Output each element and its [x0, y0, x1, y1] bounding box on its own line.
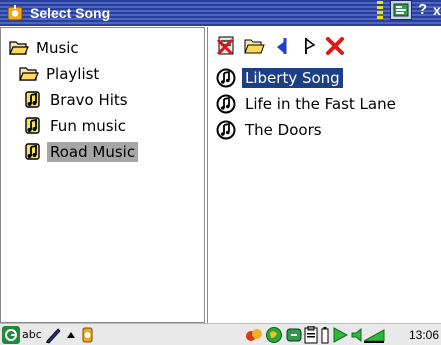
song-title: Life in the Fast Lane	[245, 95, 396, 113]
tree-item-music[interactable]: Music	[9, 36, 82, 60]
close-button[interactable]: x	[433, 0, 441, 20]
song-title: The Doors	[245, 121, 322, 139]
clock: 13:06	[408, 328, 439, 342]
playlist-icon	[25, 91, 40, 108]
music-file-icon	[216, 120, 236, 140]
tree-item-label: Road Music	[47, 142, 139, 162]
battery-icon	[321, 327, 329, 344]
folder-open-icon	[19, 67, 39, 81]
window-title: Select Song	[30, 5, 111, 21]
open-folder-icon[interactable]	[243, 35, 265, 57]
sync-icon	[286, 328, 302, 342]
song-item[interactable]: The Doors	[216, 118, 325, 142]
tree-item-playlist-entry[interactable]: Bravo Hits	[23, 88, 131, 112]
song-item[interactable]: Life in the Fast Lane	[216, 92, 399, 116]
play-status-icon	[333, 327, 348, 343]
scroll-up-icon[interactable]	[66, 326, 76, 344]
title-bar: Select Song ? x	[0, 0, 441, 26]
song-item-selected[interactable]: Liberty Song	[216, 66, 343, 90]
app-icon	[7, 5, 23, 21]
volume-icon	[351, 327, 385, 343]
folder-tree-pane: Music Playlist Bravo Hits Fun music Road…	[0, 27, 205, 323]
tree-item-playlist[interactable]: Playlist	[19, 62, 102, 86]
move-up-icon[interactable]	[272, 35, 294, 57]
tree-item-playlist-entry[interactable]: Fun music	[23, 114, 129, 138]
start-menu-icon[interactable]	[2, 326, 20, 344]
tree-item-playlist-entry-selected[interactable]: Road Music	[23, 140, 139, 164]
help-button[interactable]: ?	[418, 0, 430, 20]
speaker-icon[interactable]	[79, 326, 97, 344]
tree-item-label: Playlist	[46, 65, 100, 83]
pen-icon[interactable]	[44, 326, 62, 344]
delete-playlist-icon[interactable]	[216, 35, 238, 57]
input-mode-label[interactable]: abc	[22, 326, 42, 344]
music-file-icon	[216, 68, 236, 88]
battery-indicator-icon	[377, 1, 383, 19]
view-toggle-icon[interactable]	[390, 0, 412, 20]
tree-item-label: Fun music	[50, 117, 126, 135]
play-icon[interactable]	[298, 35, 320, 57]
clipboard-icon	[304, 326, 318, 344]
globe-icon	[266, 327, 282, 343]
tree-item-label: Bravo Hits	[50, 91, 128, 109]
song-toolbar	[216, 35, 438, 57]
music-file-icon	[216, 94, 236, 114]
song-title: Liberty Song	[242, 68, 343, 88]
folder-open-icon	[9, 41, 29, 55]
playlist-icon	[25, 117, 40, 134]
close-red-icon[interactable]	[324, 35, 346, 57]
tree-item-label: Music	[36, 39, 79, 57]
connection-icon	[246, 329, 262, 341]
status-bar: abc 13:06	[0, 323, 441, 345]
playlist-icon	[25, 143, 40, 160]
song-list-pane: Liberty Song Life in the Fast Lane The D…	[207, 27, 441, 323]
